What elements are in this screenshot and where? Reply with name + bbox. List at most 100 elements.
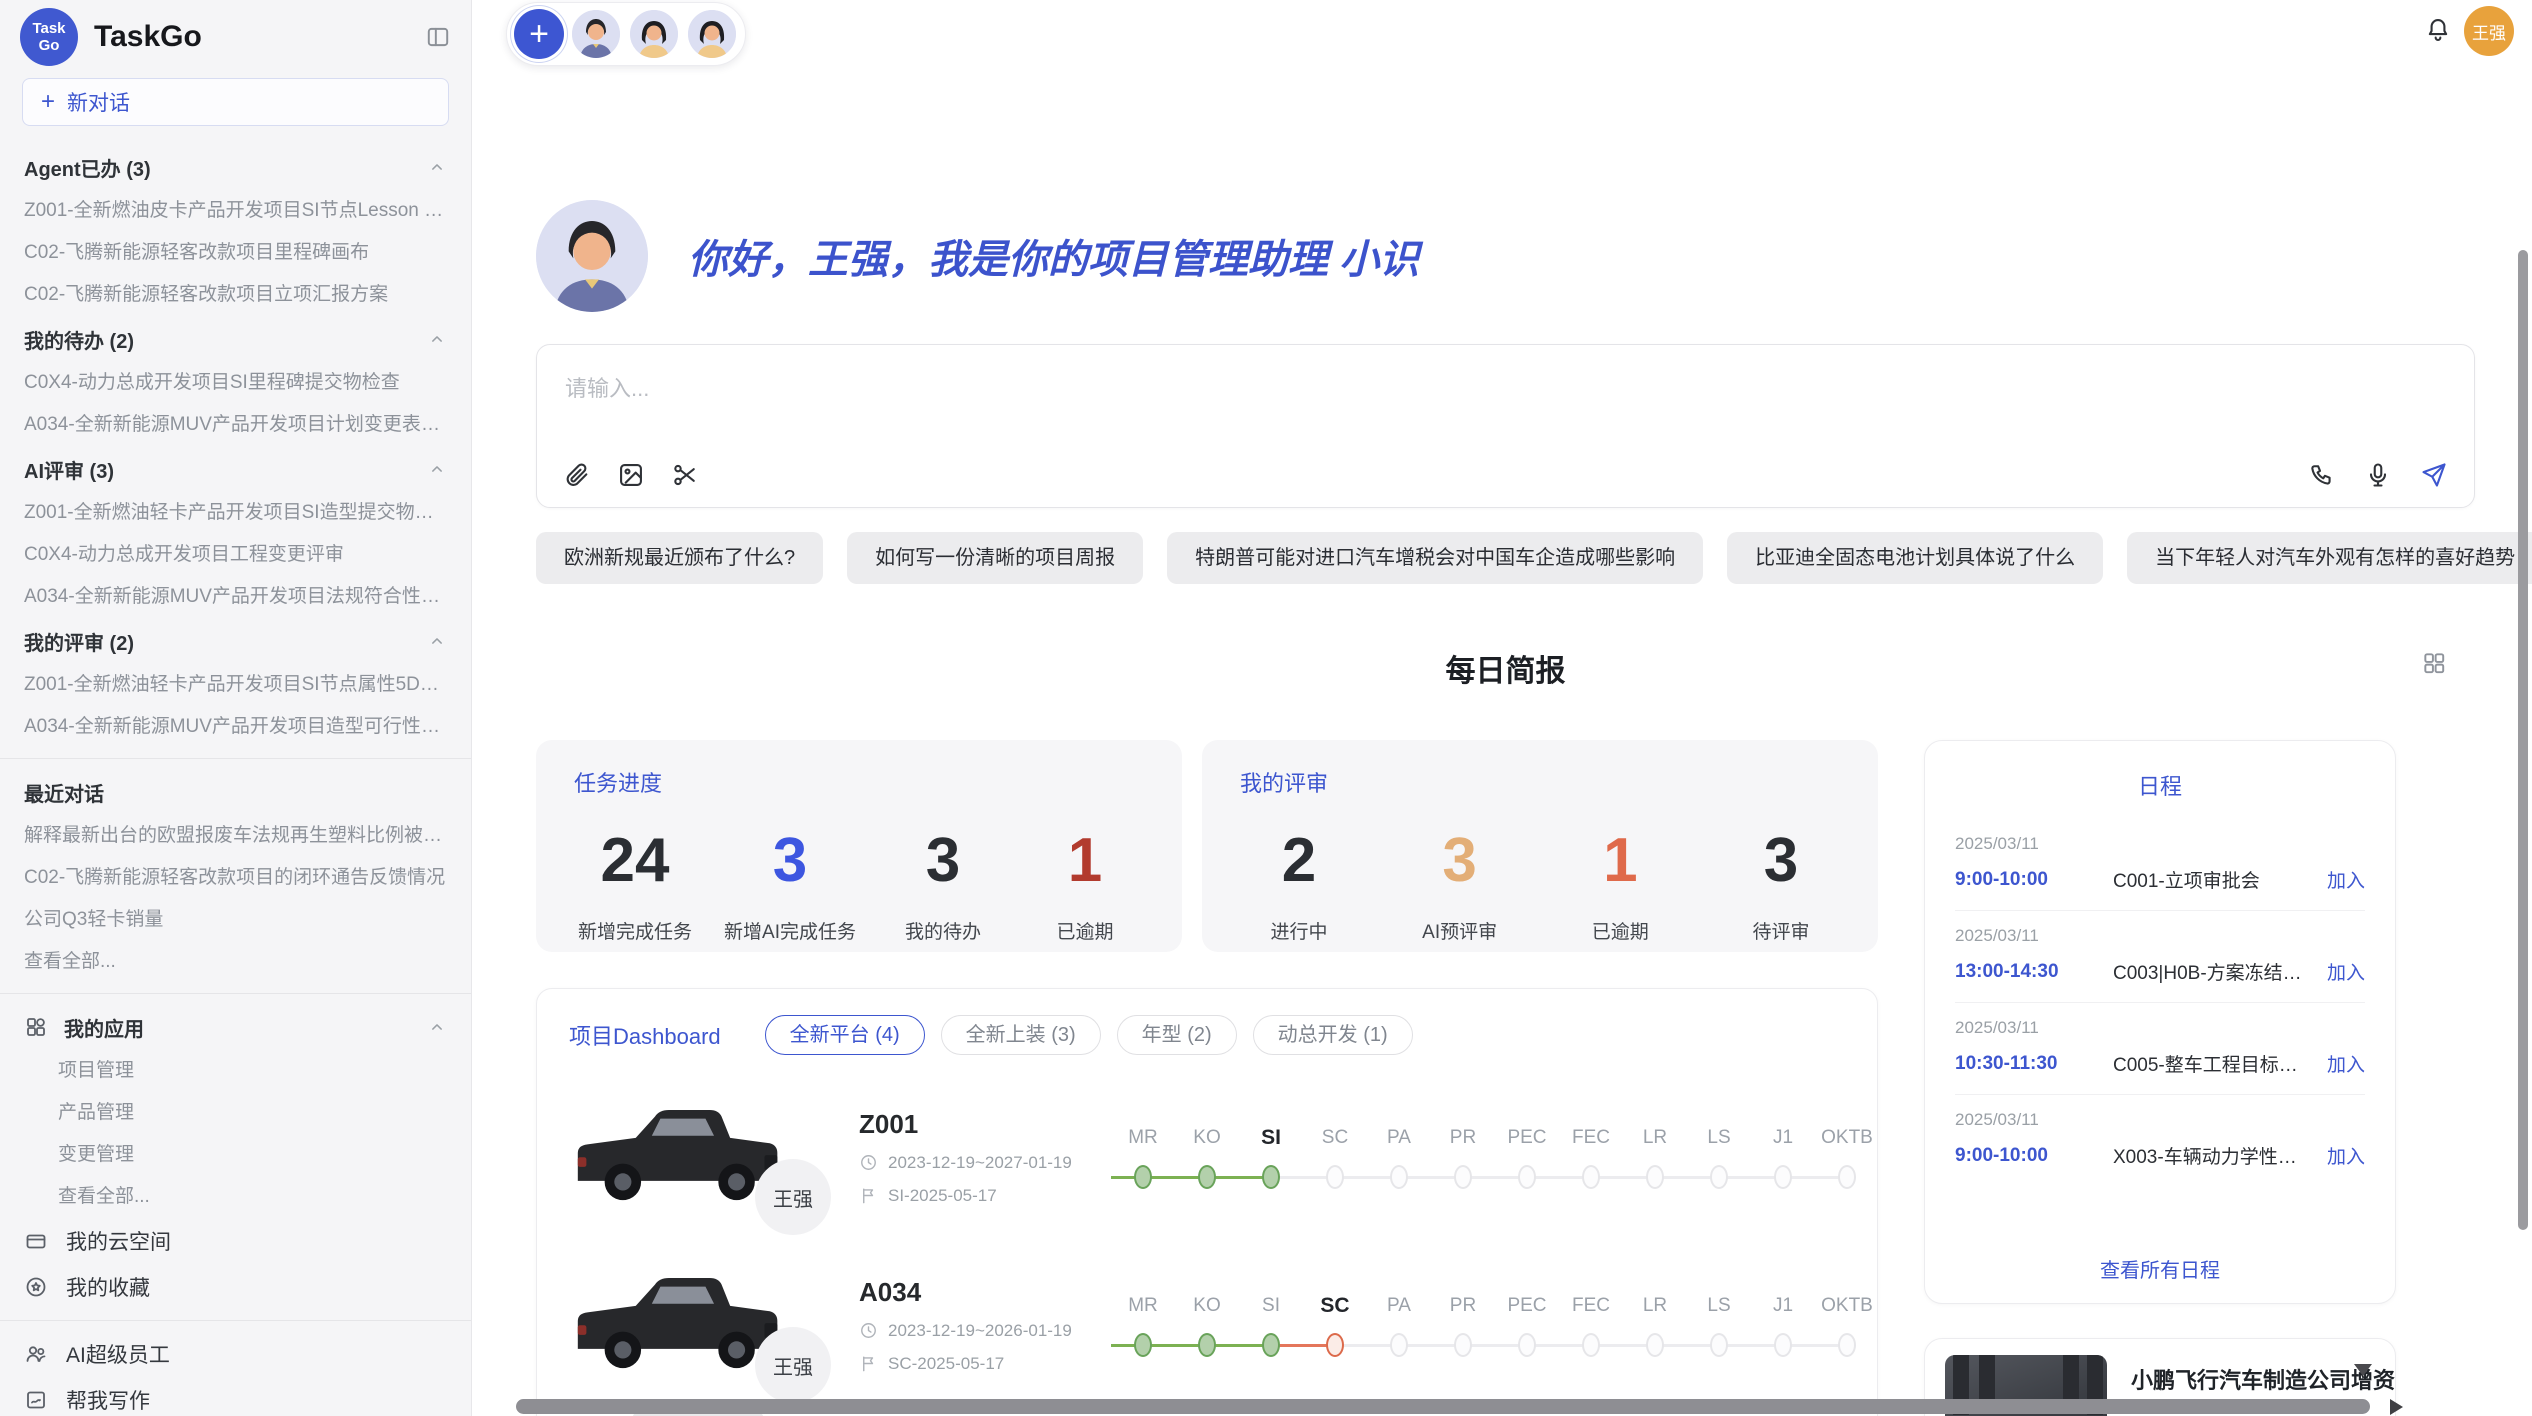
app-item[interactable]: 变更管理: [0, 1134, 471, 1176]
vertical-scrollbar[interactable]: [2518, 250, 2528, 1230]
recent-chat-item[interactable]: 公司Q3轻卡销量: [0, 899, 471, 941]
suggestion-chip[interactable]: 特朗普可能对进口汽车增税会对中国车企造成哪些影响: [1167, 532, 1703, 584]
milestone-node[interactable]: [1262, 1165, 1280, 1189]
milestone-node[interactable]: [1646, 1333, 1664, 1357]
recent-chat-item[interactable]: C02-飞腾新能源轻客改款项目的闭环通告反馈情况: [0, 857, 471, 899]
chevron-up-icon[interactable]: [427, 329, 447, 349]
milestone-node[interactable]: [1134, 1165, 1152, 1189]
microphone-icon[interactable]: [2364, 461, 2392, 489]
milestone-node[interactable]: [1262, 1333, 1280, 1357]
event-row: 10:30-11:30C005-整车工程目标评审加入: [1955, 1050, 2365, 1077]
app-item[interactable]: 项目管理: [0, 1050, 471, 1092]
scroll-right-arrow-icon[interactable]: [2390, 1399, 2403, 1415]
agent-avatar[interactable]: [570, 8, 622, 60]
milestone-node-row: [1111, 1161, 1175, 1193]
join-link[interactable]: 加入: [2327, 1050, 2365, 1077]
milestone-node[interactable]: [1518, 1165, 1536, 1189]
milestone-node[interactable]: [1582, 1165, 1600, 1189]
recent-chat-item[interactable]: 解释最新出台的欧盟报废车法规再生塑料比例被调至15%...: [0, 815, 471, 857]
my-apps-header[interactable]: 我的应用: [0, 1004, 471, 1050]
dashboard-tab[interactable]: 全新上装 (3): [941, 1015, 1101, 1055]
join-link[interactable]: 加入: [2327, 958, 2365, 985]
stat-value: 3: [724, 828, 856, 893]
milestone-node[interactable]: [1390, 1333, 1408, 1357]
sidebar-item[interactable]: Z001-全新燃油皮卡产品开发项目SI节点Lesson Learn报告: [0, 190, 471, 232]
milestone-node[interactable]: [1710, 1333, 1728, 1357]
milestone-node[interactable]: [1454, 1333, 1472, 1357]
milestone-node[interactable]: [1326, 1333, 1344, 1357]
new-chat-button[interactable]: + 新对话: [22, 78, 449, 126]
chevron-up-icon[interactable]: [427, 631, 447, 651]
sidebar-item[interactable]: Z001-全新燃油轻卡产品开发项目SI造型提交物评审: [0, 492, 471, 534]
image-upload-icon[interactable]: [617, 461, 645, 489]
project-dashboard-card: 项目Dashboard 全新平台 (4)全新上装 (3)年型 (2)动总开发 (…: [536, 988, 1878, 1416]
sidebar-section-header[interactable]: AI评审 (3): [0, 446, 471, 492]
phone-call-icon[interactable]: [2308, 461, 2336, 489]
send-icon[interactable]: [2420, 461, 2448, 489]
suggestion-chip[interactable]: 当下年轻人对汽车外观有怎样的喜好趋势: [2127, 532, 2532, 584]
milestone-node[interactable]: [1454, 1165, 1472, 1189]
add-agent-button[interactable]: +: [514, 9, 564, 59]
milestone-node[interactable]: [1774, 1333, 1792, 1357]
sidebar-section-header[interactable]: Agent已办 (3): [0, 144, 471, 190]
milestone-node[interactable]: [1518, 1333, 1536, 1357]
sidebar-link[interactable]: 帮我写作: [0, 1377, 471, 1416]
sidebar-section-header[interactable]: 我的评审 (2): [0, 618, 471, 664]
view-all-schedule-link[interactable]: 查看所有日程: [1955, 1254, 2365, 1285]
sidebar-item[interactable]: C0X4-动力总成开发项目工程变更评审: [0, 534, 471, 576]
agent-avatar[interactable]: [686, 8, 738, 60]
user-avatar[interactable]: 王强: [2464, 6, 2514, 56]
milestone-node[interactable]: [1134, 1333, 1152, 1357]
app-item[interactable]: 产品管理: [0, 1092, 471, 1134]
notification-bell-icon[interactable]: [2424, 16, 2452, 44]
horizontal-scrollbar[interactable]: [516, 1399, 2370, 1414]
milestone-node[interactable]: [1390, 1165, 1408, 1189]
project-row[interactable]: 王强Z0012023-12-19~2027-01-19SI-2025-05-17…: [569, 1091, 1845, 1223]
milestone-node[interactable]: [1198, 1333, 1216, 1357]
sidebar-item[interactable]: Z001-全新燃油轻卡产品开发项目SI节点属性5D文件评审: [0, 664, 471, 706]
scroll-down-arrow-icon[interactable]: [2354, 1364, 2372, 1376]
attachment-icon[interactable]: [563, 461, 591, 489]
event-date: 2025/03/11: [1955, 1018, 2365, 1038]
collapse-sidebar-icon[interactable]: [425, 24, 451, 50]
milestone-node[interactable]: [1710, 1165, 1728, 1189]
agent-avatar[interactable]: [628, 8, 680, 60]
join-link[interactable]: 加入: [2327, 866, 2365, 893]
sidebar-link[interactable]: 我的云空间: [0, 1218, 471, 1264]
sidebar-link[interactable]: 我的收藏: [0, 1264, 471, 1310]
milestone: PA: [1367, 1289, 1431, 1361]
join-link[interactable]: 加入: [2327, 1142, 2365, 1169]
suggestion-chip[interactable]: 欧洲新规最近颁布了什么?: [536, 532, 823, 584]
view-all-link[interactable]: 查看全部...: [0, 1176, 471, 1218]
project-row[interactable]: 王强A0342023-12-19~2026-01-19SC-2025-05-17…: [569, 1259, 1845, 1391]
sidebar-item[interactable]: A034-全新新能源MUV产品开发项目法规符合性评审: [0, 576, 471, 618]
milestone-node[interactable]: [1838, 1333, 1856, 1357]
chevron-up-icon[interactable]: [427, 459, 447, 479]
suggestion-chip[interactable]: 如何写一份清晰的项目周报: [847, 532, 1143, 584]
sidebar-section-header[interactable]: 我的待办 (2): [0, 316, 471, 362]
stat-item: 3AI预评审: [1405, 828, 1515, 944]
milestone-node[interactable]: [1198, 1165, 1216, 1189]
milestone: OKTB: [1815, 1289, 1878, 1361]
sidebar-item[interactable]: C02-飞腾新能源轻客改款项目里程碑画布: [0, 232, 471, 274]
milestone-node[interactable]: [1326, 1165, 1344, 1189]
chat-input[interactable]: [563, 369, 2448, 431]
chevron-up-icon[interactable]: [427, 1017, 447, 1037]
milestone-node[interactable]: [1838, 1165, 1856, 1189]
view-all-link[interactable]: 查看全部...: [0, 941, 471, 983]
sidebar-item[interactable]: A034-全新新能源MUV产品开发项目计划变更表编写: [0, 404, 471, 446]
milestone-node[interactable]: [1582, 1333, 1600, 1357]
milestone-node[interactable]: [1646, 1165, 1664, 1189]
suggestion-chip[interactable]: 比亚迪全固态电池计划具体说了什么: [1727, 532, 2103, 584]
layout-grid-icon[interactable]: [2421, 650, 2447, 676]
dashboard-tab[interactable]: 动总开发 (1): [1253, 1015, 1413, 1055]
sidebar-item[interactable]: C02-飞腾新能源轻客改款项目立项汇报方案: [0, 274, 471, 316]
scissors-icon[interactable]: [671, 461, 699, 489]
dashboard-tab[interactable]: 年型 (2): [1117, 1015, 1237, 1055]
sidebar-item[interactable]: C0X4-动力总成开发项目SI里程碑提交物检查: [0, 362, 471, 404]
milestone-node[interactable]: [1774, 1165, 1792, 1189]
dashboard-tab[interactable]: 全新平台 (4): [765, 1015, 925, 1055]
sidebar-item[interactable]: A034-全新新能源MUV产品开发项目造型可行性评审: [0, 706, 471, 748]
chevron-up-icon[interactable]: [427, 157, 447, 177]
sidebar-link[interactable]: AI超级员工: [0, 1331, 471, 1377]
